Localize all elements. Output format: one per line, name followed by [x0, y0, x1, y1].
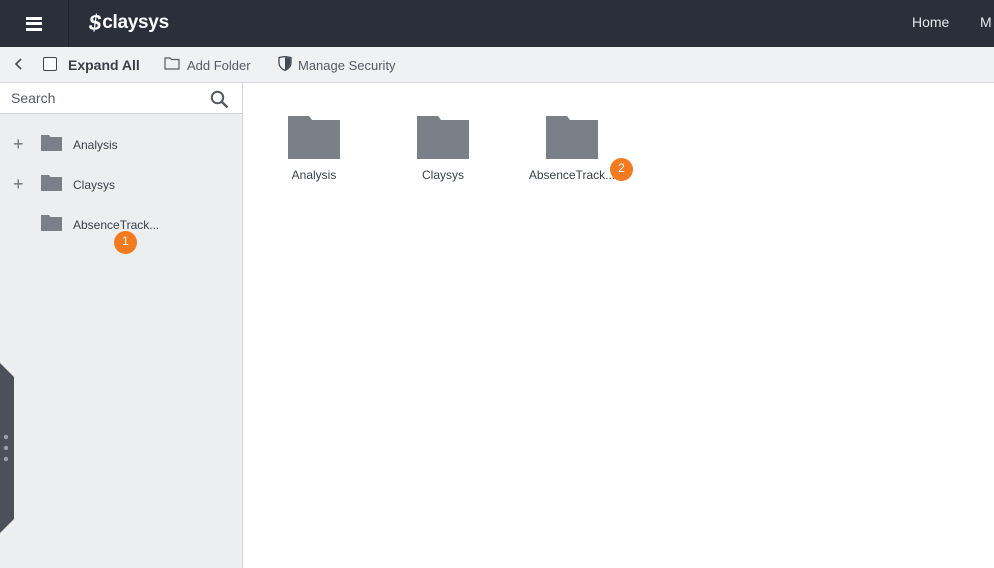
nav-next-link-truncated[interactable]: M — [980, 14, 992, 30]
shield-icon[interactable] — [278, 56, 292, 71]
folder-tile-analysis[interactable]: Analysis — [259, 116, 369, 186]
back-chevron-icon[interactable] — [11, 56, 27, 72]
folder-icon — [41, 135, 62, 151]
folder-icon — [41, 215, 62, 231]
tree-item-label: Claysys — [73, 178, 116, 192]
toolbar: Expand All Add Folder Manage Security — [0, 47, 994, 83]
folder-tile-label: Analysis — [291, 168, 337, 182]
folder-outline-icon[interactable] — [164, 56, 180, 70]
folder-icon — [41, 175, 62, 191]
folder-icon — [546, 116, 598, 159]
folder-tile-claysys[interactable]: Claysys — [388, 116, 498, 186]
manage-security-button[interactable]: Manage Security — [298, 58, 396, 73]
folder-tile-label: Claysys — [421, 168, 464, 182]
tree-expand-toggle[interactable]: + — [13, 175, 24, 193]
top-navigation-bar: $ claysys Home M — [0, 0, 994, 47]
tree-item-label: AbsenceTrack... — [73, 218, 160, 232]
annotation-badge-2: 2 — [610, 158, 633, 181]
sidebar-search — [0, 83, 242, 114]
tree-item-claysys[interactable]: + Claysys — [0, 170, 242, 200]
tree-item-label: Analysis — [73, 138, 118, 152]
hamburger-menu-button[interactable] — [0, 0, 69, 47]
expand-all-label[interactable]: Expand All — [68, 57, 140, 73]
annotation-badge-1: 1 — [114, 231, 137, 254]
tree-expand-toggle[interactable]: + — [13, 135, 24, 153]
folder-icon — [417, 116, 469, 159]
expand-all-checkbox[interactable] — [43, 57, 57, 71]
folder-icon — [288, 116, 340, 159]
folder-grid: Analysis Claysys AbsenceTrack... 2 — [244, 83, 994, 568]
sidebar-resize-handle[interactable] — [0, 363, 14, 533]
add-folder-button[interactable]: Add Folder — [187, 58, 251, 73]
folder-tree-sidebar: + Analysis + Claysys AbsenceTrack... 1 — [0, 83, 243, 568]
nav-home-link[interactable]: Home — [912, 14, 949, 30]
claysys-logo-text: claysys — [102, 12, 169, 33]
search-input[interactable] — [0, 83, 200, 113]
folder-tile-absencetrack[interactable]: AbsenceTrack... — [517, 116, 627, 186]
claysys-logo: $ claysys — [87, 10, 169, 36]
menu-icon — [26, 16, 42, 31]
claysys-logo-mark: $ — [87, 10, 104, 35]
search-icon[interactable] — [210, 90, 229, 109]
tree-item-analysis[interactable]: + Analysis — [0, 130, 242, 160]
